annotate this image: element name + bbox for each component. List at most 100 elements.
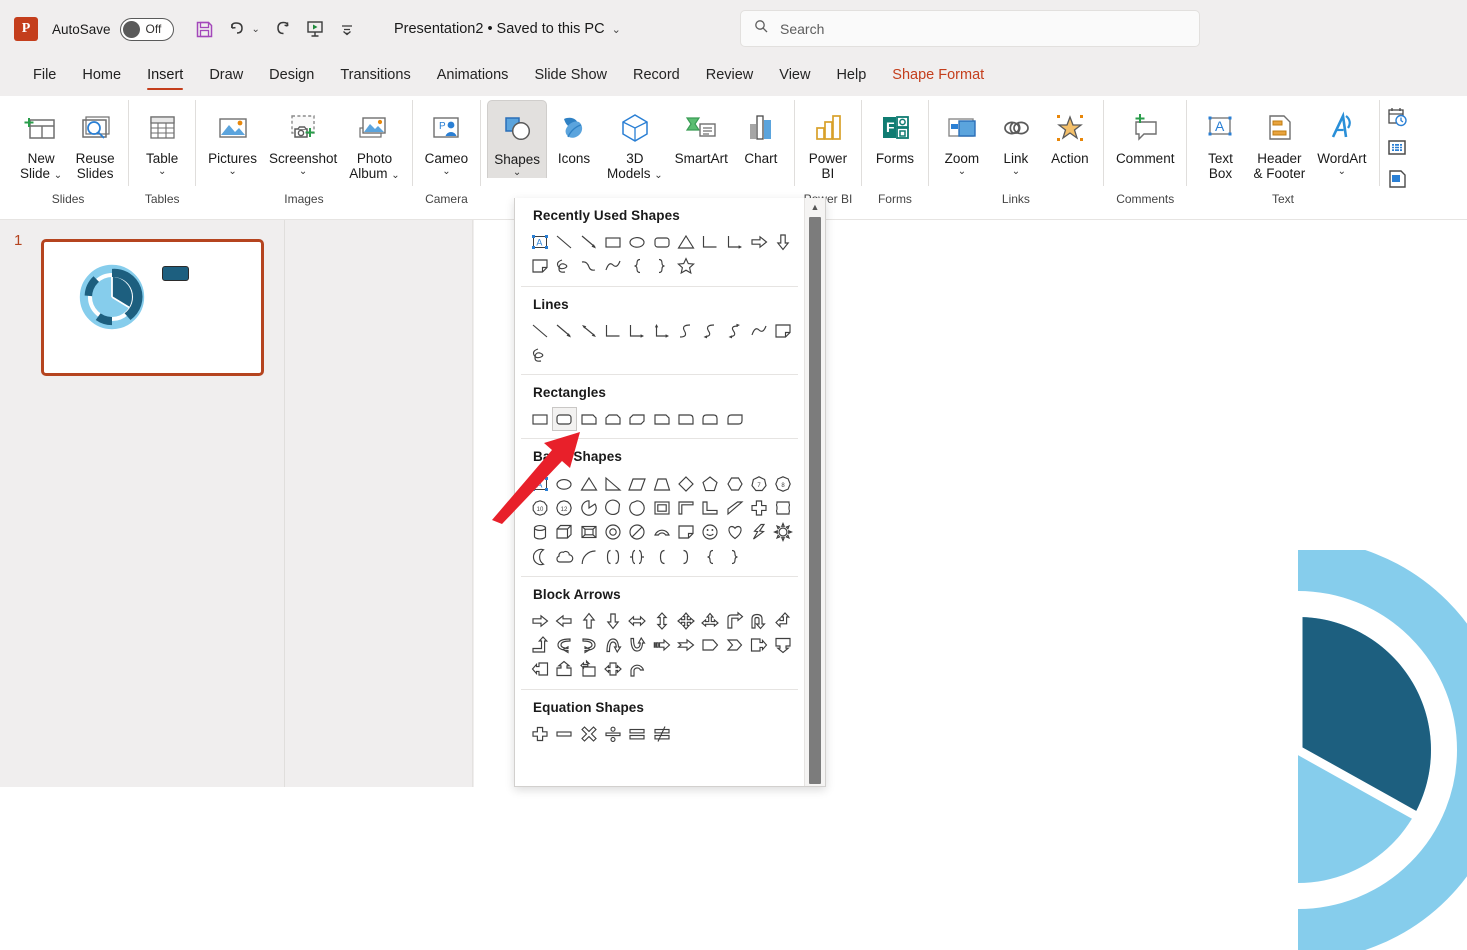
shape-no-symbol[interactable] (625, 520, 649, 544)
shape-frame[interactable] (649, 496, 673, 520)
slide-number-icon[interactable] (1384, 135, 1410, 161)
shape-rectangle[interactable] (528, 407, 552, 431)
shape-moon[interactable] (528, 544, 552, 568)
shape-connector-elbow-arrow[interactable] (625, 319, 649, 343)
shape-parallelogram[interactable] (625, 471, 649, 495)
shape-curved-left-arrow[interactable] (552, 633, 576, 657)
gallery-scrollbar[interactable]: ▲ (804, 198, 825, 786)
shape-snip-single-corner-rectangle[interactable] (577, 407, 601, 431)
shape-striped-right-arrow[interactable] (649, 633, 673, 657)
shape-snip-same-side-corner-rectangle[interactable] (601, 407, 625, 431)
wordart-button[interactable]: WordArt ⌄ (1311, 100, 1372, 177)
shape-notched-right-arrow[interactable] (674, 633, 698, 657)
shape-block-arc[interactable] (649, 520, 673, 544)
shape-line[interactable] (552, 230, 576, 254)
autosave-toggle[interactable]: Off (119, 17, 174, 41)
shape-octagon[interactable]: 8 (771, 471, 795, 495)
comment-button[interactable]: Comment (1110, 100, 1181, 166)
shape-up-arrow-callout[interactable] (552, 657, 576, 681)
shape-arc-curve[interactable] (601, 254, 625, 278)
forms-button[interactable]: F Forms (868, 100, 922, 166)
icons-button[interactable]: Icons (547, 100, 601, 166)
shape-pentagon-arrow[interactable] (698, 633, 722, 657)
shape-left-brace[interactable] (698, 544, 722, 568)
shape-connector-curved[interactable] (674, 319, 698, 343)
shape-line-double-arrow[interactable] (577, 319, 601, 343)
tab-record[interactable]: Record (620, 58, 693, 90)
shape-round-same-side-corner-rectangle[interactable] (698, 407, 722, 431)
screenshot-button[interactable]: Screenshot ⌄ (263, 100, 343, 177)
smartart-button[interactable]: SmartArt (669, 100, 734, 166)
tab-shape-format[interactable]: Shape Format (879, 58, 997, 90)
tab-view[interactable]: View (766, 58, 823, 90)
shape-scribble[interactable] (552, 254, 576, 278)
shape-line[interactable] (528, 319, 552, 343)
shape-decagon[interactable]: 10 (528, 496, 552, 520)
power-bi-button[interactable]: Power BI (801, 100, 855, 181)
shapes-gallery-dropdown[interactable]: Recently Used Shapes A Lines Rectangles Basi… (514, 198, 826, 787)
shape-down-arrow-callout[interactable] (771, 633, 795, 657)
tab-transitions[interactable]: Transitions (327, 58, 423, 90)
date-time-icon[interactable] (1384, 104, 1410, 130)
chevron-down-icon[interactable]: ⌄ (513, 168, 521, 178)
tab-draw[interactable]: Draw (196, 58, 256, 90)
document-title-chevron-down-icon[interactable]: ⌄ (612, 23, 621, 36)
shape-sun[interactable] (771, 520, 795, 544)
reuse-slides-button[interactable]: Reuse Slides (68, 100, 122, 181)
shape-arc[interactable] (577, 544, 601, 568)
shape-diagonal-stripe[interactable] (722, 496, 746, 520)
shape-pentagon[interactable] (698, 471, 722, 495)
tab-slide-show[interactable]: Slide Show (521, 58, 620, 90)
shape-multiplication-sign[interactable] (577, 722, 601, 746)
slide-thumbnail-1[interactable] (41, 239, 264, 376)
shape-connector-curved-double-arrow[interactable] (722, 319, 746, 343)
shape-up-arrow[interactable] (577, 609, 601, 633)
shape-dodecagon[interactable]: 12 (552, 496, 576, 520)
shape-pie[interactable] (577, 496, 601, 520)
chevron-down-icon[interactable]: ⌄ (158, 167, 166, 177)
tab-design[interactable]: Design (256, 58, 327, 90)
shape-oval[interactable] (625, 230, 649, 254)
shape-quad-arrow-callout[interactable] (577, 657, 601, 681)
slide-doughnut-chart[interactable] (1298, 550, 1467, 950)
shape-rounded-rectangle[interactable] (649, 230, 673, 254)
shape-right-arrow[interactable] (747, 230, 771, 254)
shape-isosceles-triangle[interactable] (577, 471, 601, 495)
shape-bevel[interactable] (577, 520, 601, 544)
tab-home[interactable]: Home (69, 58, 134, 90)
zoom-button[interactable]: Zoom ⌄ (935, 100, 989, 177)
shape-left-arrow-callout[interactable] (528, 657, 552, 681)
shape-division-sign[interactable] (601, 722, 625, 746)
shape-rounded-rectangle[interactable] (552, 407, 577, 432)
shape-folded-corner[interactable] (528, 254, 552, 278)
shape-line-arrow[interactable] (552, 319, 576, 343)
shape-down-arrow[interactable] (771, 230, 795, 254)
shape-circular-arrow[interactable] (625, 657, 649, 681)
shape-diamond[interactable] (674, 471, 698, 495)
shape-round-diagonal-corner-rectangle[interactable] (722, 407, 746, 431)
tab-review[interactable]: Review (693, 58, 767, 90)
shape-chord[interactable] (601, 496, 625, 520)
shape-half-frame[interactable] (674, 496, 698, 520)
shape-right-triangle[interactable] (601, 471, 625, 495)
shape-heptagon[interactable]: 7 (747, 471, 771, 495)
shape-trapezoid[interactable] (649, 471, 673, 495)
customize-quick-access-icon[interactable] (332, 14, 362, 44)
shape-left-up-arrow[interactable] (771, 609, 795, 633)
photo-album-button[interactable]: Photo Album ⌄ (343, 100, 405, 181)
chevron-down-icon[interactable]: ⌄ (299, 167, 307, 177)
table-button[interactable]: Table ⌄ (135, 100, 189, 177)
shape-connector-elbow[interactable] (601, 319, 625, 343)
undo-chevron-down-icon[interactable]: ⌄ (252, 24, 260, 35)
shape-isosceles-triangle[interactable] (674, 230, 698, 254)
action-button[interactable]: Action (1043, 100, 1097, 166)
shape-donut[interactable] (601, 520, 625, 544)
shape-left-brace[interactable] (625, 254, 649, 278)
shape-plus-sign[interactable] (528, 722, 552, 746)
shape-cube[interactable] (552, 520, 576, 544)
shapes-button[interactable]: Shapes ⌄ (487, 100, 547, 179)
shape-curve[interactable] (577, 254, 601, 278)
shape-curved-down-arrow[interactable] (625, 633, 649, 657)
document-title[interactable]: Presentation2 • Saved to this PC ⌄ (394, 21, 621, 37)
shape-left-right-up-arrow[interactable] (698, 609, 722, 633)
